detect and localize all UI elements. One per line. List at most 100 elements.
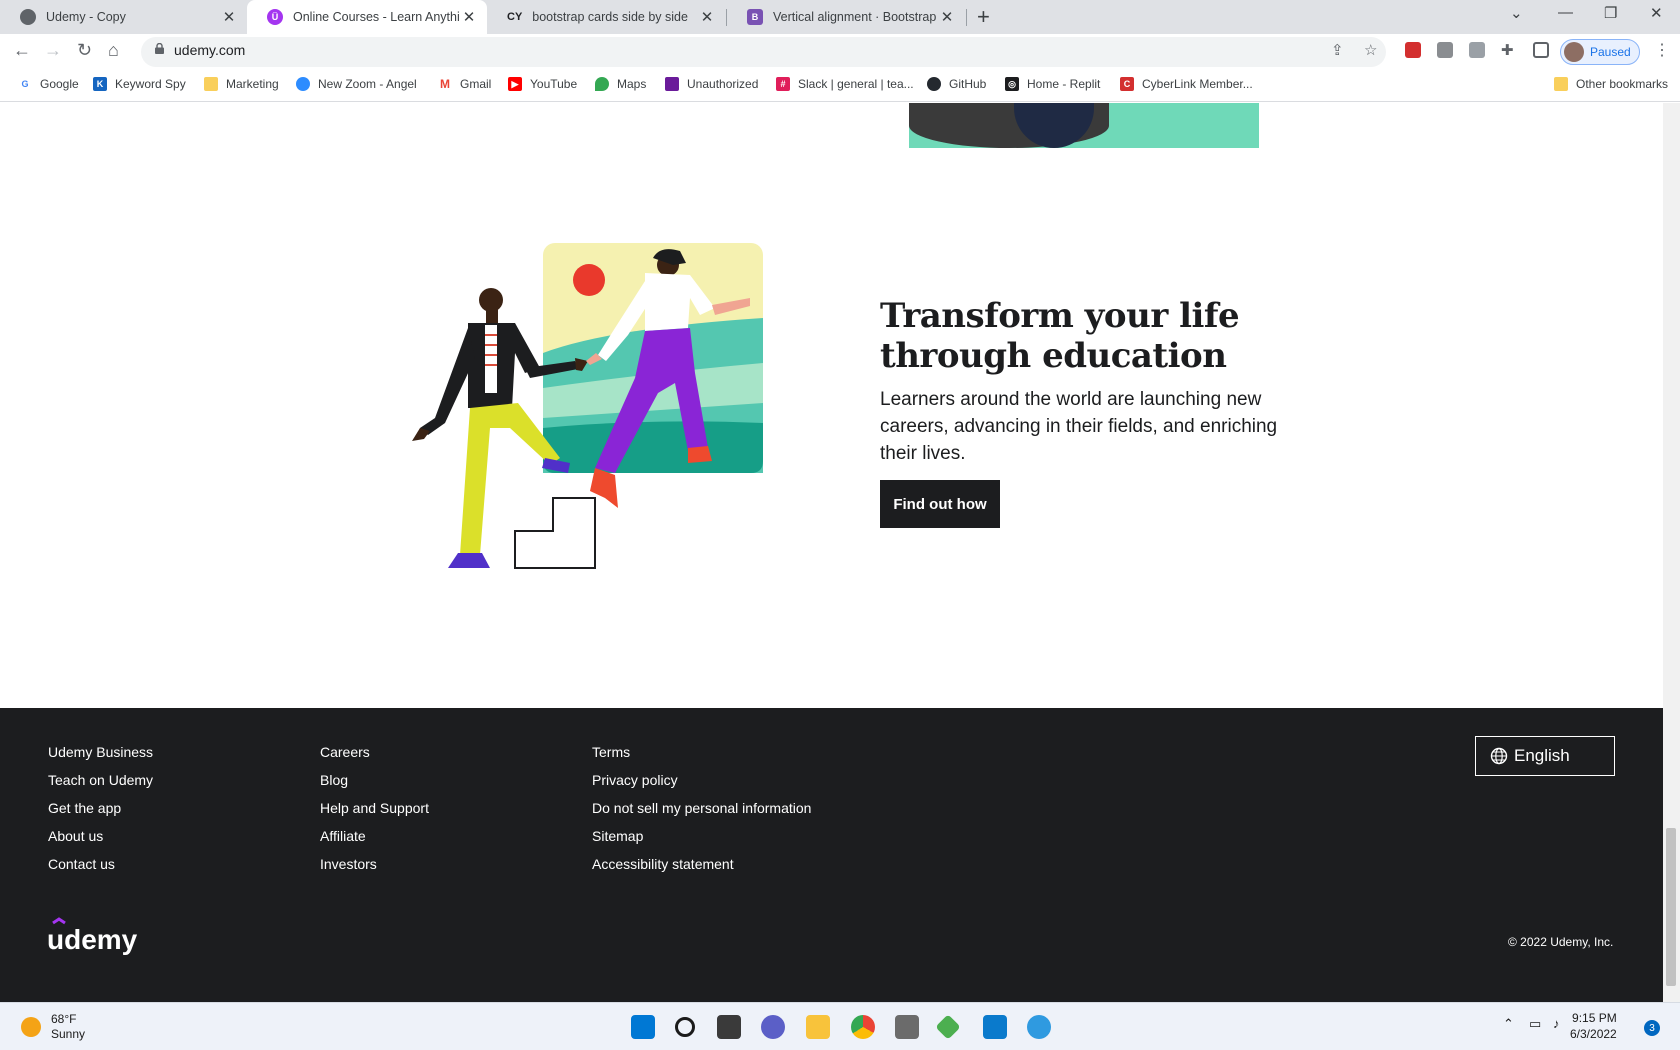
replit-icon: ◎ bbox=[1005, 77, 1019, 91]
lock-icon[interactable] bbox=[155, 43, 164, 54]
copyright-text: © 2022 Udemy, Inc. bbox=[1508, 935, 1614, 949]
bookmark-gmail[interactable]: M Gmail bbox=[438, 77, 491, 91]
tab-online-courses[interactable]: Ü Online Courses - Learn Anything ✕ bbox=[247, 0, 487, 34]
footer-column-2: Careers Blog Help and Support Affiliate … bbox=[320, 738, 429, 878]
footer-link-careers[interactable]: Careers bbox=[320, 738, 429, 766]
teams-chat-icon[interactable] bbox=[761, 1015, 785, 1039]
start-menu-icon[interactable] bbox=[631, 1015, 655, 1039]
bookmark-new-zoom[interactable]: New Zoom - Angel bbox=[296, 77, 417, 91]
restore-icon[interactable]: ❐ bbox=[1604, 4, 1617, 22]
other-bookmarks[interactable]: Other bookmarks bbox=[1554, 77, 1668, 91]
back-icon[interactable]: ← bbox=[13, 40, 31, 61]
forward-icon[interactable]: → bbox=[44, 40, 62, 61]
bookmark-slack[interactable]: # Slack | general | tea... bbox=[776, 77, 914, 91]
folder-icon bbox=[1554, 77, 1568, 91]
tab-strip: Udemy - Copy ✕ Ü Online Courses - Learn … bbox=[0, 0, 1680, 34]
footer-link-privacy-policy[interactable]: Privacy policy bbox=[592, 766, 811, 794]
tab-vertical-alignment[interactable]: B Vertical alignment · Bootstrap v5. ✕ bbox=[727, 0, 965, 34]
tab-bootstrap-cards[interactable]: CY bootstrap cards side by side ✕ bbox=[487, 0, 725, 34]
scrollbar-thumb[interactable] bbox=[1666, 828, 1676, 986]
side-panel-icon[interactable] bbox=[1533, 42, 1549, 58]
footer-link-sitemap[interactable]: Sitemap bbox=[592, 822, 811, 850]
search-icon[interactable] bbox=[675, 1017, 695, 1037]
browser-app-icon[interactable] bbox=[1027, 1015, 1051, 1039]
unauthorized-icon bbox=[665, 77, 679, 91]
bookmark-star-icon[interactable]: ☆ bbox=[1364, 41, 1377, 59]
window-close-icon[interactable]: ✕ bbox=[1650, 4, 1663, 22]
bookmark-youtube[interactable]: ▶ YouTube bbox=[508, 77, 577, 91]
puzzle-extensions-icon[interactable]: ✚ bbox=[1501, 41, 1514, 59]
footer-link-about-us[interactable]: About us bbox=[48, 822, 153, 850]
kebab-menu-icon[interactable]: ⋮ bbox=[1654, 40, 1670, 60]
footer-link-accessibility[interactable]: Accessibility statement bbox=[592, 850, 811, 878]
system-clock[interactable]: 9:15 PM 6/3/2022 bbox=[1570, 1010, 1617, 1042]
footer-link-get-the-app[interactable]: Get the app bbox=[48, 794, 153, 822]
bookmark-google[interactable]: G Google bbox=[18, 77, 79, 91]
bookmark-label: Home - Replit bbox=[1027, 77, 1101, 91]
extension-icon[interactable] bbox=[1469, 42, 1485, 58]
footer-link-do-not-sell[interactable]: Do not sell my personal information bbox=[592, 794, 811, 822]
bookmark-keyword-spy[interactable]: K Keyword Spy bbox=[93, 77, 186, 91]
footer-link-investors[interactable]: Investors bbox=[320, 850, 429, 878]
share-icon[interactable]: ⇪ bbox=[1331, 41, 1344, 59]
close-icon[interactable]: ✕ bbox=[459, 8, 479, 26]
footer-link-teach-on-udemy[interactable]: Teach on Udemy bbox=[48, 766, 153, 794]
bookmark-replit[interactable]: ◎ Home - Replit bbox=[1005, 77, 1100, 91]
weather-condition: Sunny bbox=[51, 1027, 86, 1041]
bookmark-maps[interactable]: Maps bbox=[595, 77, 646, 91]
footer-link-help-and-support[interactable]: Help and Support bbox=[320, 794, 429, 822]
footer-link-blog[interactable]: Blog bbox=[320, 766, 429, 794]
bookmark-marketing[interactable]: Marketing bbox=[204, 77, 279, 91]
footer-link-terms[interactable]: Terms bbox=[592, 738, 811, 766]
network-icon[interactable]: ▭ bbox=[1529, 1016, 1541, 1032]
close-icon[interactable]: ✕ bbox=[697, 8, 717, 26]
footer-column-1: Udemy Business Teach on Udemy Get the ap… bbox=[48, 738, 153, 878]
acrobat-extension-icon[interactable] bbox=[1405, 42, 1421, 58]
bookmark-cyberlink[interactable]: C CyberLink Member... bbox=[1120, 77, 1253, 91]
address-bar[interactable] bbox=[141, 37, 1386, 67]
bookmark-label: Gmail bbox=[460, 77, 492, 91]
tab-title: Online Courses - Learn Anything bbox=[293, 10, 459, 24]
tray-overflow-icon[interactable]: ⌃ bbox=[1503, 1016, 1514, 1032]
udemy-logo[interactable]: udemy bbox=[47, 917, 142, 957]
language-selector-button[interactable]: English bbox=[1475, 736, 1615, 776]
file-explorer-icon[interactable] bbox=[806, 1015, 830, 1039]
footer-column-3: Terms Privacy policy Do not sell my pers… bbox=[592, 738, 811, 878]
volume-icon[interactable]: ♪ bbox=[1553, 1016, 1560, 1031]
footer-link-contact-us[interactable]: Contact us bbox=[48, 850, 153, 878]
sun-icon bbox=[21, 1017, 41, 1037]
minimize-icon[interactable]: — bbox=[1558, 4, 1573, 21]
tab-udemy-copy[interactable]: Udemy - Copy ✕ bbox=[0, 0, 247, 34]
new-tab-icon[interactable]: + bbox=[977, 4, 990, 30]
bookmark-github[interactable]: GitHub bbox=[927, 77, 986, 91]
bookmark-unauthorized[interactable]: Unauthorized bbox=[665, 77, 758, 91]
reload-icon[interactable]: ↻ bbox=[77, 40, 92, 61]
footer-link-udemy-business[interactable]: Udemy Business bbox=[48, 738, 153, 766]
udemy-favicon-icon: Ü bbox=[267, 9, 283, 25]
footer-link-affiliate[interactable]: Affiliate bbox=[320, 822, 429, 850]
weather-widget[interactable]: 68°F Sunny bbox=[21, 1012, 85, 1042]
bookmark-label: Google bbox=[40, 77, 79, 91]
keyword-spy-icon: K bbox=[93, 77, 107, 91]
home-icon[interactable]: ⌂ bbox=[108, 40, 119, 61]
tab-search-icon[interactable]: ⌄ bbox=[1510, 4, 1523, 22]
chrome-icon[interactable] bbox=[851, 1015, 875, 1039]
google-icon: G bbox=[21, 79, 29, 89]
url-text[interactable]: udemy.com bbox=[174, 42, 245, 58]
close-icon[interactable]: ✕ bbox=[937, 8, 957, 26]
vscode-icon[interactable] bbox=[983, 1015, 1007, 1039]
profile-button[interactable]: Paused bbox=[1560, 39, 1640, 65]
tab-title: bootstrap cards side by side bbox=[532, 10, 688, 24]
gem-app-icon[interactable] bbox=[935, 1014, 961, 1040]
task-view-icon[interactable] bbox=[717, 1015, 741, 1039]
close-icon[interactable]: ✕ bbox=[219, 8, 239, 26]
notification-badge[interactable]: 3 bbox=[1644, 1020, 1660, 1036]
browser-toolbar: ← → ↻ ⌂ udemy.com ⇪ ☆ ✚ Paused ⋮ bbox=[0, 34, 1680, 70]
folder-icon bbox=[204, 77, 218, 91]
hero-title-line-1: Transform your life bbox=[880, 296, 1240, 336]
facebook-extension-icon[interactable] bbox=[1437, 42, 1453, 58]
notepad-icon[interactable] bbox=[895, 1015, 919, 1039]
youtube-icon: ▶ bbox=[508, 77, 522, 91]
avatar bbox=[1564, 42, 1584, 62]
find-out-how-button[interactable]: Find out how bbox=[880, 480, 1000, 528]
